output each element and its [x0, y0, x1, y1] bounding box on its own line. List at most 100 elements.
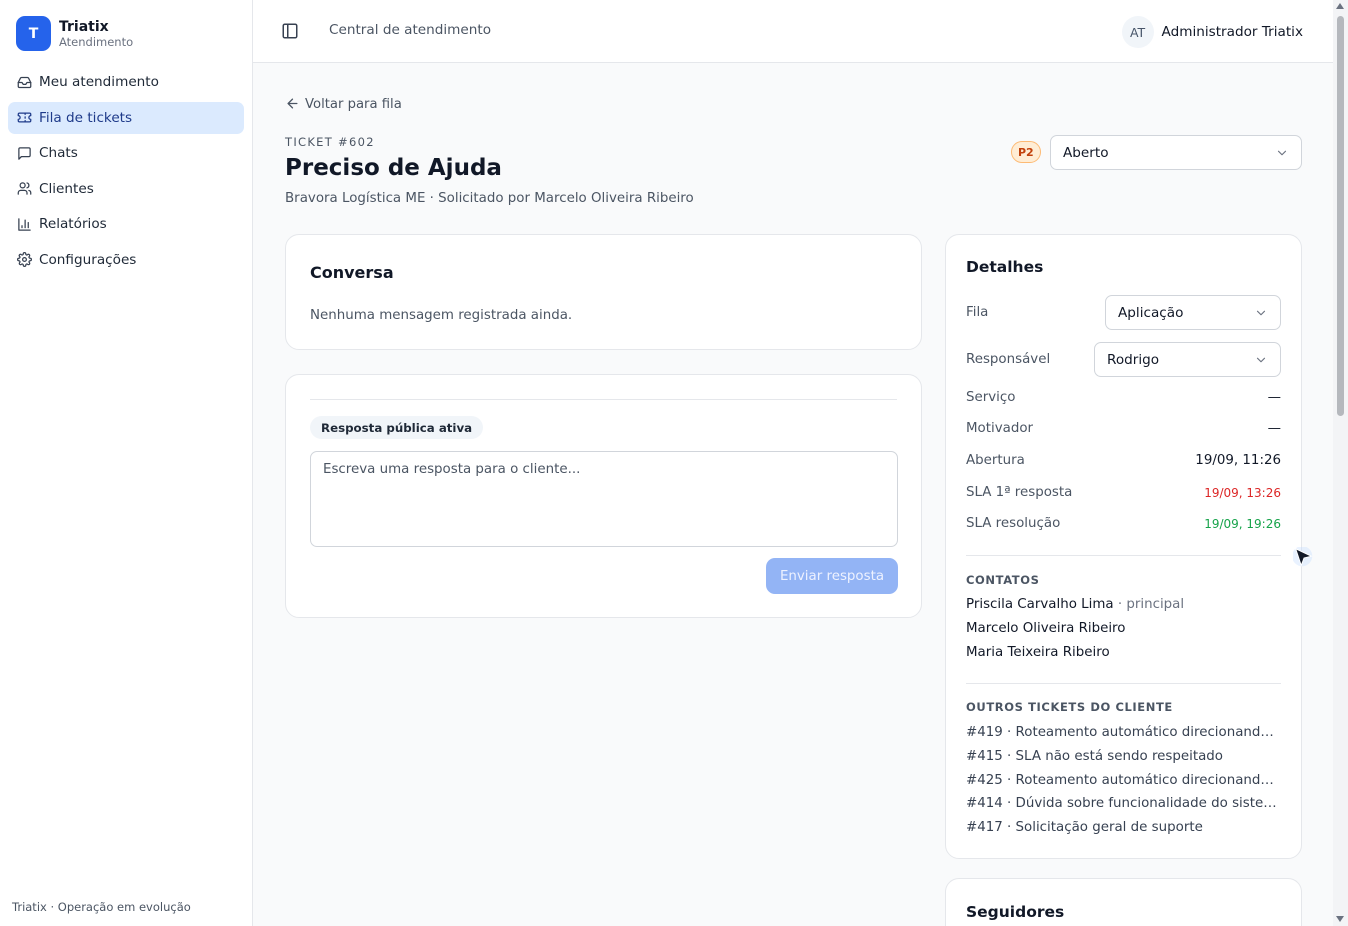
assignee-select[interactable]: Rodrigo [1094, 342, 1281, 377]
back-label: Voltar para fila [305, 96, 402, 112]
scroll-up-arrow-icon[interactable] [1336, 3, 1344, 9]
brand-text: Triatix Atendimento [59, 19, 133, 49]
detail-row-motivador: Motivador — [966, 421, 1281, 436]
brand-subtitle: Atendimento [59, 34, 134, 49]
brand-logo: T [16, 16, 51, 51]
conversation-title: Conversa [310, 263, 394, 282]
detail-row-sla-resolution: SLA resolução 19/09, 19:26 [966, 516, 1281, 531]
arrow-left-icon [285, 96, 301, 112]
details-title: Detalhes [966, 258, 1044, 276]
brand[interactable]: T Triatix Atendimento [16, 16, 133, 51]
detail-row-abertura: Abertura 19/09, 11:26 [966, 453, 1281, 468]
responsavel-label: Responsável [966, 352, 1051, 367]
brand-name: Triatix [59, 18, 109, 35]
contact-name: Marcelo Oliveira Ribeiro [966, 621, 1126, 636]
sidebar-item-label: Chats [39, 145, 78, 162]
mouse-pointer-icon [1293, 547, 1313, 567]
divider [966, 555, 1281, 556]
sidebar-item-configuracoes[interactable]: Configurações [8, 244, 244, 276]
send-reply-button[interactable]: Enviar resposta [766, 558, 898, 594]
sla-first-label: SLA 1ª resposta [966, 485, 1073, 500]
followers-title: Seguidores [966, 903, 1065, 921]
contact-tag: · principal [1113, 597, 1185, 612]
users-icon [16, 181, 32, 197]
other-tickets-heading: OUTROS TICKETS DO CLIENTE [966, 700, 1173, 714]
contacts-heading: CONTATOS [966, 573, 1040, 587]
contact-item: Marcelo Oliveira Ribeiro [966, 621, 1125, 636]
chevron-down-icon [1254, 306, 1268, 320]
other-ticket-link[interactable]: #415 · SLA não está sendo respeitado [966, 749, 1281, 764]
scrollbar-thumb[interactable] [1337, 16, 1344, 416]
sidebar-item-label: Relatórios [39, 216, 107, 233]
detail-row-fila: Fila Aplicação [966, 295, 1281, 330]
fila-label: Fila [966, 305, 989, 320]
sidebar-item-meu-atendimento[interactable]: Meu atendimento [8, 66, 244, 98]
sidebar-footer: Triatix · Operação em evolução [12, 900, 191, 914]
ticket-subtitle: Bravora Logística ME · Solicitado por Ma… [285, 191, 694, 206]
other-ticket-link[interactable]: #414 · Dúvida sobre funcionalidade do si… [966, 796, 1281, 811]
sidebar-item-label: Fila de tickets [39, 109, 133, 126]
scroll-down-arrow-icon[interactable] [1336, 916, 1344, 922]
conversation-empty-text: Nenhuma mensagem registrada ainda. [310, 308, 573, 323]
sidebar-item-chats[interactable]: Chats [8, 137, 244, 169]
divider [966, 683, 1281, 684]
sidebar-item-label: Clientes [39, 180, 94, 197]
sla-resolution-value: 19/09, 19:26 [1204, 516, 1281, 531]
assignee-value: Rodrigo [1107, 351, 1160, 368]
servico-label: Serviço [966, 390, 1016, 405]
sidebar-toggle-icon[interactable] [281, 22, 301, 42]
sidebar-item-fila-de-tickets[interactable]: Fila de tickets [8, 101, 244, 134]
sla-resolution-label: SLA resolução [966, 516, 1061, 531]
conversation-card: Conversa Nenhuma mensagem registrada ain… [285, 234, 922, 350]
other-ticket-link[interactable]: #417 · Solicitação geral de suporte [966, 820, 1281, 835]
sidebar-nav: Meu atendimento Fila de tickets Chats Cl… [8, 66, 244, 280]
bar-chart-icon [16, 216, 32, 232]
status-value: Aberto [1063, 144, 1109, 161]
page-title: Central de atendimento [329, 22, 492, 38]
back-to-queue-link[interactable]: Voltar para fila [285, 96, 402, 112]
detail-row-sla-first: SLA 1ª resposta 19/09, 13:26 [966, 485, 1281, 500]
abertura-value: 19/09, 11:26 [1195, 453, 1281, 468]
sidebar-item-clientes[interactable]: Clientes [8, 173, 244, 205]
chat-icon [16, 145, 32, 161]
sidebar: T Triatix Atendimento Meu atendimento Fi… [0, 0, 253, 926]
user-name: Administrador Triatix [1161, 24, 1303, 40]
main-content: Voltar para fila TICKET #602 Preciso de … [253, 63, 1333, 926]
other-ticket-link[interactable]: #419 · Roteamento automático direcionand… [966, 725, 1281, 740]
priority-badge: P2 [1011, 141, 1041, 163]
servico-value: — [1267, 390, 1281, 405]
ticket-title: Preciso de Ajuda [285, 155, 502, 181]
reply-mode-badge[interactable]: Resposta pública ativa [310, 416, 484, 439]
abertura-label: Abertura [966, 453, 1025, 468]
reply-textarea[interactable] [310, 451, 898, 547]
contact-name: Maria Teixeira Ribeiro [966, 645, 1110, 660]
user-menu[interactable]: AT Administrador Triatix [1121, 16, 1303, 48]
gear-icon [16, 252, 32, 268]
ticket-number: TICKET #602 [285, 135, 375, 149]
sidebar-item-label: Configurações [39, 251, 137, 268]
detail-row-servico: Serviço — [966, 390, 1281, 405]
sla-first-value: 19/09, 13:26 [1204, 485, 1281, 500]
queue-select[interactable]: Aplicação [1105, 295, 1281, 330]
sidebar-item-label: Meu atendimento [39, 74, 159, 90]
divider [310, 399, 897, 400]
details-card: Detalhes Fila Aplicação Responsável Rodr… [945, 234, 1302, 859]
contact-item: Priscila Carvalho Lima · principal [966, 597, 1184, 612]
status-select[interactable]: Aberto [1050, 135, 1302, 170]
app-root: T Triatix Atendimento Meu atendimento Fi… [0, 0, 1348, 926]
sidebar-item-relatorios[interactable]: Relatórios [8, 208, 244, 240]
page-scrollbar[interactable] [1333, 0, 1348, 926]
contact-item: Maria Teixeira Ribeiro [966, 645, 1110, 660]
detail-row-responsavel: Responsável Rodrigo [966, 342, 1281, 377]
motivador-label: Motivador [966, 421, 1034, 436]
chevron-down-icon [1275, 146, 1289, 160]
ticket-icon [16, 110, 32, 126]
other-ticket-link[interactable]: #425 · Roteamento automático direcionand… [966, 773, 1281, 788]
followers-card: Seguidores [945, 878, 1302, 926]
motivador-value: — [1267, 421, 1281, 436]
avatar: AT [1121, 16, 1154, 48]
inbox-icon [16, 74, 32, 90]
topbar: Central de atendimento AT Administrador … [253, 0, 1333, 63]
chevron-down-icon [1254, 353, 1268, 367]
queue-value: Aplicação [1118, 304, 1184, 321]
